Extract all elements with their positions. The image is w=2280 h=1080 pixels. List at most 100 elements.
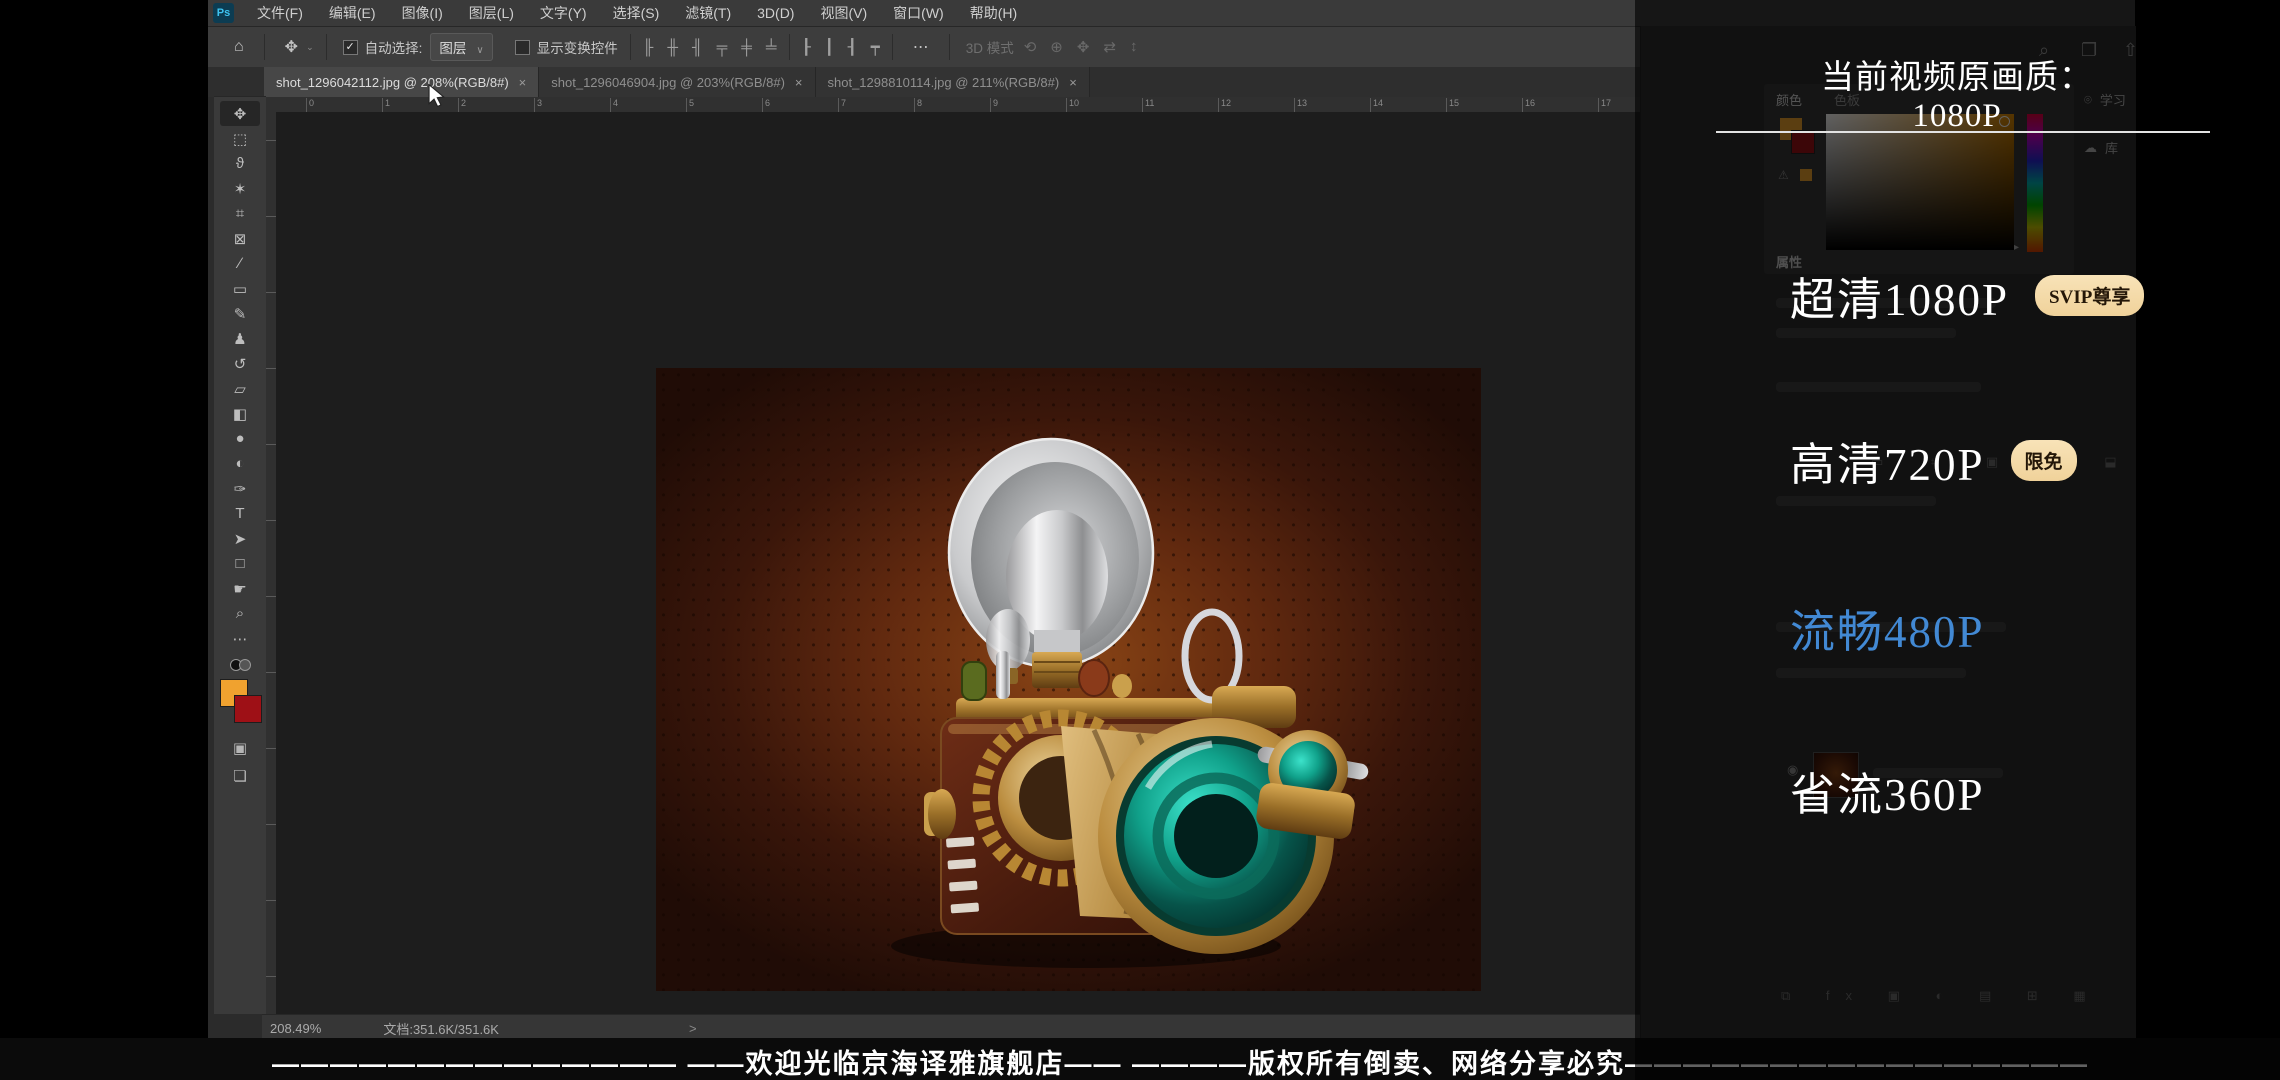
3d-pan-icon[interactable]: ✥ (1077, 38, 1090, 56)
dodge-tool-icon: ◐ (235, 455, 244, 472)
distribute-top-icon[interactable]: ┯ (871, 38, 880, 56)
ruler-tick: 8 (914, 98, 922, 112)
divider (630, 34, 631, 60)
background-color-swatch[interactable] (234, 695, 262, 723)
align-bottom-edges-icon[interactable]: ╧ (766, 39, 777, 56)
crop-tool[interactable]: ⌗ (220, 201, 260, 226)
menu-select[interactable]: 选择(S) (600, 0, 673, 26)
brush-tool[interactable]: ✎ (220, 301, 260, 326)
menu-filter[interactable]: 滤镜(T) (672, 0, 744, 26)
ruler-tick: 15 (1446, 98, 1459, 112)
document-tab-title: shot_1296046904.jpg @ 203%(RGB/8#) (551, 75, 785, 90)
show-transform-label: 显示变换控件 (537, 37, 618, 57)
3d-slide-icon[interactable]: ⇄ (1103, 38, 1116, 56)
photoshop-logo[interactable]: Ps (213, 3, 234, 23)
zoom-level-value[interactable]: 208.49% (270, 1021, 321, 1036)
distribute-center-icon[interactable]: ┃ (825, 38, 834, 56)
blur-tool[interactable]: ● (220, 426, 260, 451)
align-left-edges-icon[interactable]: ╟ (643, 39, 654, 56)
document-tab-1[interactable]: shot_1296042112.jpg @ 208%(RGB/8#) × (264, 67, 539, 97)
menu-3d[interactable]: 3D(D) (744, 0, 807, 26)
document-tab-3[interactable]: shot_1298810114.jpg @ 211%(RGB/8#)× (816, 67, 1090, 97)
screen-mode-icon[interactable]: ❏ (233, 767, 246, 785)
rectangle-tool[interactable]: □ (220, 551, 260, 576)
ruler-tick: 5 (686, 98, 694, 112)
align-right-edges-icon[interactable]: ╢ (692, 39, 703, 56)
document-tab-title: shot_1296042112.jpg @ 208%(RGB/8#) (276, 75, 509, 90)
close-tab-icon[interactable]: × (519, 75, 527, 90)
pen-tool[interactable]: ✑ (220, 476, 260, 501)
status-expand-arrow[interactable]: > (689, 1021, 697, 1036)
healing-brush-tool[interactable]: ▭ (220, 276, 260, 301)
clone-stamp-tool-icon: ♟ (233, 330, 246, 348)
3d-mode-label: 3D 模式 (966, 37, 1014, 57)
auto-select-dropdown[interactable]: 图层∨ (430, 33, 492, 61)
chevron-down-icon[interactable]: ⌄ (306, 42, 314, 53)
type-tool[interactable]: T (220, 501, 260, 526)
mouse-cursor (428, 84, 445, 107)
lasso-tool[interactable]: ϑ (220, 151, 260, 176)
distribute-left-icon[interactable]: ┠ (802, 38, 811, 56)
color-swatches (218, 679, 262, 729)
document-size-value: 文档:351.6K/351.6K (383, 1019, 499, 1038)
menu-image[interactable]: 图像(I) (389, 0, 456, 26)
move-tool-icon: ✥ (234, 105, 247, 123)
close-tab-icon[interactable]: × (795, 75, 803, 90)
3d-roll-icon[interactable]: ⊕ (1050, 38, 1063, 56)
3d-orbit-icon[interactable]: ⟲ (1024, 38, 1037, 56)
menu-view[interactable]: 视图(V) (807, 0, 880, 26)
hand-tool[interactable]: ☛ (220, 576, 260, 601)
menu-edit[interactable]: 编辑(E) (316, 0, 389, 26)
lasso-tool-icon: ϑ (236, 155, 244, 172)
gradient-tool-icon: ◧ (233, 405, 247, 423)
close-tab-icon[interactable]: × (1069, 75, 1077, 90)
zoom-tool[interactable]: ⌕ (220, 601, 260, 626)
eyedropper-tool-icon: ∕ (239, 255, 242, 272)
path-selection-tool[interactable]: ➤ (220, 526, 260, 551)
move-tool[interactable]: ✥ (220, 101, 260, 126)
divider (264, 34, 265, 60)
history-brush-tool[interactable]: ↺ (220, 351, 260, 376)
move-tool-options-icon[interactable]: ✥ (285, 37, 298, 57)
marquee-tool[interactable]: ⬚ (220, 126, 260, 151)
distribute-right-icon[interactable]: ┨ (848, 38, 857, 56)
menu-help[interactable]: 帮助(H) (957, 0, 1030, 26)
video-frame: Ps 文件(F)编辑(E)图像(I)图层(L)文字(Y)选择(S)滤镜(T)3D… (0, 0, 2280, 1080)
dodge-tool[interactable]: ◐ (220, 451, 260, 476)
menu-file[interactable]: 文件(F) (244, 0, 316, 26)
pen-tool-icon: ✑ (234, 480, 247, 498)
ruler-tick: 9 (990, 98, 998, 112)
quick-mask-mode-icon[interactable]: ▣ (233, 739, 247, 757)
clone-stamp-tool[interactable]: ♟ (220, 326, 260, 351)
more-options-icon[interactable]: ⋯ (913, 37, 929, 57)
align-vertical-centers-icon[interactable]: ╪ (741, 39, 752, 56)
menu-type[interactable]: 文字(Y) (527, 0, 600, 26)
more-tools[interactable]: ⋯ (220, 626, 260, 651)
menu-window[interactable]: 窗口(W) (880, 0, 957, 26)
brush-tool-icon: ✎ (234, 305, 247, 323)
home-icon[interactable]: ⌂ (234, 38, 244, 56)
eyedropper-tool[interactable]: ∕ (220, 251, 260, 276)
quick-mask-indicator[interactable] (230, 659, 251, 671)
zoom-tool-icon: ⌕ (236, 605, 244, 622)
auto-select-checkbox[interactable]: ✓ (343, 40, 358, 55)
show-transform-checkbox[interactable] (515, 40, 530, 55)
ruler-tick: 1 (382, 98, 390, 112)
eraser-tool[interactable]: ▱ (220, 376, 260, 401)
3d-scale-icon[interactable]: ↕ (1130, 38, 1138, 56)
gradient-tool[interactable]: ◧ (220, 401, 260, 426)
align-horizontal-centers-icon[interactable]: ╫ (667, 39, 678, 56)
ruler-tick: 11 (1142, 98, 1154, 112)
history-brush-tool-icon: ↺ (234, 355, 247, 373)
ruler-tick: 16 (1522, 98, 1535, 112)
frame-tool[interactable]: ⊠ (220, 226, 260, 251)
document-image[interactable] (656, 368, 1481, 991)
horizontal-ruler: 01234567891011121314151617 (276, 97, 1640, 113)
quick-selection-tool[interactable]: ✶ (220, 176, 260, 201)
document-tab-2[interactable]: shot_1296046904.jpg @ 203%(RGB/8#) × (539, 67, 815, 97)
menu-layer[interactable]: 图层(L) (456, 0, 527, 26)
align-icons-group: ╟ ╫ ╢ ╤ ╪ ╧ (643, 39, 777, 56)
path-selection-tool-icon: ➤ (234, 530, 247, 548)
divider (326, 34, 327, 60)
align-top-edges-icon[interactable]: ╤ (717, 39, 728, 56)
